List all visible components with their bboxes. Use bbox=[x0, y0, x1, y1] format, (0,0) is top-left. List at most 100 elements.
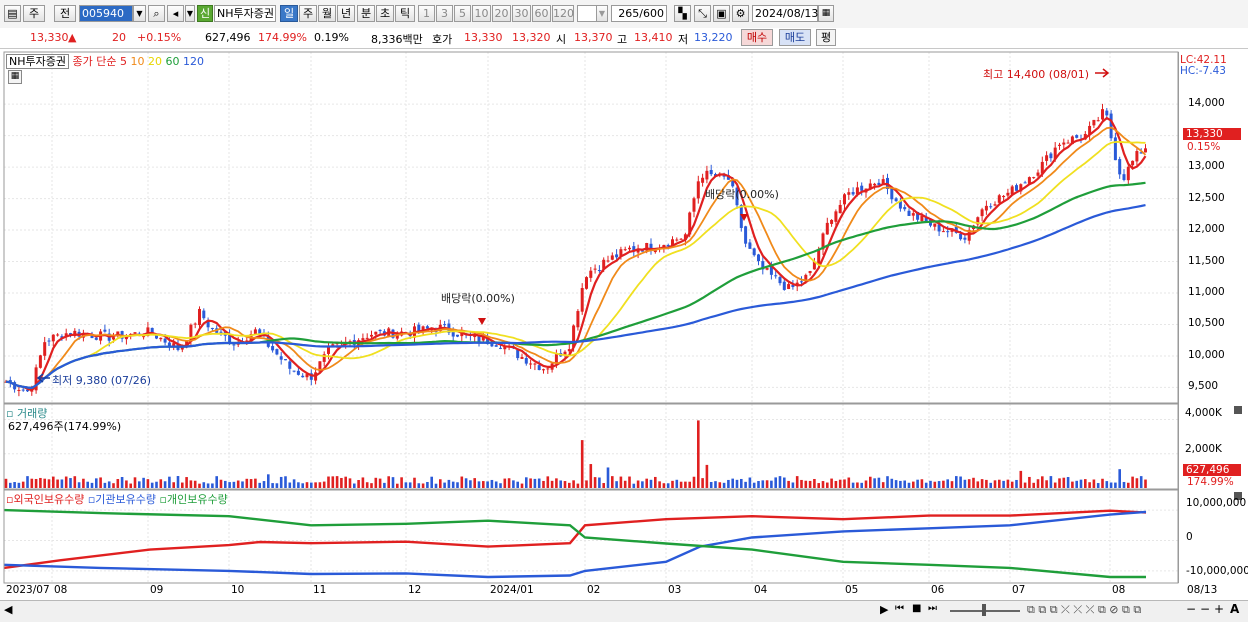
volume-bar bbox=[396, 483, 399, 488]
candle-body bbox=[17, 389, 21, 391]
volume-bar bbox=[56, 479, 59, 488]
volume-bar bbox=[503, 478, 507, 488]
panel-close-icon[interactable] bbox=[1234, 406, 1242, 414]
candle-body bbox=[941, 231, 945, 233]
candle-body bbox=[1122, 174, 1126, 181]
zoom-out-icon[interactable]: − bbox=[1186, 602, 1196, 616]
volume-bar bbox=[370, 483, 373, 488]
candle-body bbox=[21, 389, 25, 391]
candle-body bbox=[275, 349, 279, 355]
volume-bar bbox=[331, 476, 335, 488]
volume-bar bbox=[99, 477, 102, 488]
volume-bar bbox=[1002, 480, 1005, 488]
volume-bar bbox=[464, 478, 468, 488]
volume-bar bbox=[744, 481, 747, 488]
plus-icon[interactable]: + bbox=[1214, 602, 1224, 616]
candle-body bbox=[851, 192, 855, 195]
volume-bar bbox=[172, 482, 175, 488]
volume-bar bbox=[550, 480, 554, 488]
volume-bar bbox=[228, 482, 231, 488]
volume-bar bbox=[64, 476, 68, 488]
zoom-slider-handle[interactable] bbox=[982, 604, 986, 616]
price-y-tick: 11,000 bbox=[1188, 286, 1225, 298]
volume-bar bbox=[654, 476, 657, 488]
candle-body bbox=[597, 270, 601, 272]
volume-bar bbox=[439, 479, 442, 488]
volume-bar bbox=[808, 480, 812, 488]
candle-body bbox=[288, 361, 292, 369]
candle-body bbox=[202, 310, 206, 319]
volume-bar bbox=[765, 480, 769, 488]
volume-bar bbox=[181, 482, 184, 488]
volume-bar bbox=[636, 480, 640, 488]
candle-body bbox=[825, 222, 829, 235]
institution-holdings-text: 기관보유수량 bbox=[95, 493, 157, 506]
stop-icon[interactable]: ■ bbox=[912, 603, 921, 614]
volume-bar bbox=[275, 483, 279, 488]
candle-body bbox=[1144, 148, 1147, 153]
volume-bar bbox=[1127, 482, 1130, 488]
minus-icon[interactable]: − bbox=[1200, 602, 1210, 616]
view-tool-icons[interactable]: ⧉ ⧉ ⧉ ⤫ ⤫ ⤫ ⧉ ⊘ ⧉ ⧉ bbox=[1027, 603, 1141, 617]
table-icon[interactable]: ▦ bbox=[8, 70, 22, 84]
volume-bar bbox=[327, 476, 330, 488]
x-tick-label: 2023/07 bbox=[6, 584, 50, 596]
candle-body bbox=[963, 237, 967, 240]
volume-value-label: 627,496주(174.99%) bbox=[8, 420, 122, 433]
ma-line-20 bbox=[5, 140, 1146, 389]
volume-bar bbox=[477, 481, 481, 488]
volume-bar bbox=[13, 482, 16, 488]
dividend-marker-1 bbox=[478, 318, 486, 325]
candle-body bbox=[628, 247, 631, 250]
volume-bar bbox=[176, 476, 180, 488]
volume-bar bbox=[946, 479, 949, 488]
candle-body bbox=[1002, 195, 1006, 198]
volume-bar bbox=[611, 476, 614, 488]
candle-body bbox=[817, 250, 821, 264]
volume-bar bbox=[580, 440, 584, 488]
individual-holdings-label: ▫개인보유수량 bbox=[159, 493, 228, 506]
volume-bar bbox=[507, 478, 511, 488]
fast-forward-icon[interactable]: ⏭ bbox=[928, 603, 937, 614]
volume-bar bbox=[417, 483, 421, 488]
volume-bar bbox=[1084, 479, 1087, 488]
volume-bar bbox=[658, 481, 661, 488]
volume-bar bbox=[335, 476, 339, 488]
volume-bar bbox=[258, 482, 261, 488]
candle-body bbox=[292, 370, 296, 372]
candle-body bbox=[709, 170, 713, 175]
volume-bar bbox=[606, 467, 610, 488]
volume-bar bbox=[1109, 482, 1113, 488]
candle-body bbox=[701, 177, 705, 183]
candle-body bbox=[133, 332, 137, 334]
volume-bar bbox=[1088, 482, 1091, 488]
scroll-right-icon[interactable]: ▶ bbox=[880, 603, 888, 616]
volume-bar bbox=[752, 482, 756, 488]
candle-body bbox=[984, 205, 988, 211]
volume-bar bbox=[499, 483, 502, 488]
volume-bar bbox=[903, 480, 906, 488]
candle-body bbox=[370, 334, 373, 337]
candle-body bbox=[1023, 182, 1027, 184]
volume-bar bbox=[568, 482, 571, 488]
volume-bar bbox=[774, 477, 777, 488]
ma-line-60 bbox=[5, 181, 1146, 390]
volume-bar bbox=[593, 477, 597, 488]
candle-body bbox=[520, 357, 524, 359]
candle-body bbox=[808, 270, 812, 274]
low-annotation: 최저 9,380 (07/26) bbox=[52, 374, 152, 387]
volume-bar bbox=[224, 480, 227, 488]
auto-icon[interactable]: A bbox=[1230, 602, 1239, 616]
scroll-left-icon[interactable]: ◀ bbox=[4, 603, 12, 616]
rewind-icon[interactable]: ⏮ bbox=[895, 603, 904, 614]
volume-bar bbox=[942, 480, 945, 488]
volume-bar bbox=[912, 481, 915, 488]
volume-bar bbox=[705, 464, 709, 488]
volume-bar bbox=[843, 479, 846, 488]
candle-body bbox=[1006, 192, 1010, 196]
volume-tick-2000: 2,000K bbox=[1185, 443, 1222, 455]
volume-bar bbox=[43, 478, 46, 488]
volume-bar bbox=[206, 483, 210, 488]
candle-body bbox=[374, 331, 378, 335]
volume-tick-4000: 4,000K bbox=[1185, 407, 1222, 419]
